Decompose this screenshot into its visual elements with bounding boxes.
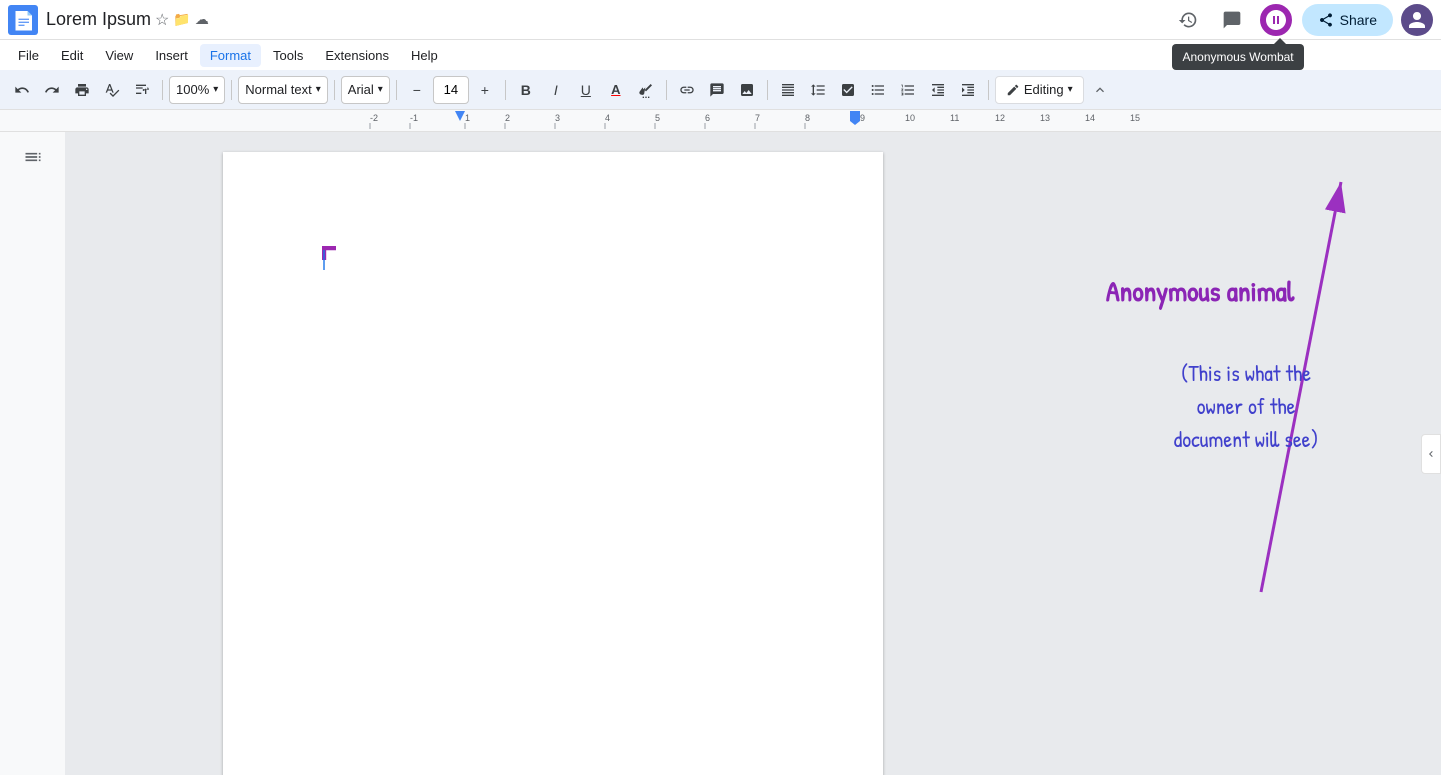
editing-mode-label: Editing [1024, 82, 1064, 97]
right-controls: Anonymous Wombat Share [1170, 2, 1433, 38]
text-cursor [323, 250, 325, 270]
align-button[interactable] [774, 76, 802, 104]
svg-text:14: 14 [1085, 113, 1095, 123]
paint-format-button[interactable] [128, 76, 156, 104]
undo-button[interactable] [8, 76, 36, 104]
divider-3 [334, 80, 335, 100]
svg-text:11: 11 [950, 113, 959, 123]
font-value: Arial [348, 82, 374, 97]
user-avatar[interactable] [1401, 4, 1433, 36]
annotation-area: Anonymous animal (This is what theowner … [1041, 132, 1441, 775]
doc-title-group: Lorem Ipsum ☆ 📁 ☁ [46, 9, 1170, 30]
menu-help[interactable]: Help [401, 44, 448, 67]
highlight-button[interactable] [632, 76, 660, 104]
zoom-value: 100% [176, 82, 209, 97]
menu-format[interactable]: Format [200, 44, 261, 67]
menu-insert[interactable]: Insert [145, 44, 198, 67]
line-spacing-button[interactable] [804, 76, 832, 104]
italic-button[interactable]: I [542, 76, 570, 104]
svg-text:10: 10 [905, 113, 915, 123]
increase-font-button[interactable]: + [471, 76, 499, 104]
redo-button[interactable] [38, 76, 66, 104]
svg-text:8: 8 [805, 113, 810, 123]
checklist-button[interactable] [834, 76, 862, 104]
svg-text:12: 12 [995, 113, 1005, 123]
collab-avatar[interactable] [1258, 2, 1294, 38]
svg-text:13: 13 [1040, 113, 1050, 123]
text-color-button[interactable]: A [602, 76, 630, 104]
doc-title[interactable]: Lorem Ipsum [46, 9, 151, 30]
ruler: -2 -1 1 2 3 4 5 6 7 8 9 10 11 [0, 110, 1441, 132]
divider-6 [666, 80, 667, 100]
link-button[interactable] [673, 76, 701, 104]
increase-indent-button[interactable] [954, 76, 982, 104]
cloud-icon[interactable]: ☁ [195, 11, 209, 28]
svg-text:6: 6 [705, 113, 710, 123]
svg-text:5: 5 [655, 113, 660, 123]
style-dropdown-icon: ▾ [316, 84, 321, 95]
annotation-anonymous-animal: Anonymous animal [1106, 272, 1294, 310]
svg-text:3: 3 [555, 113, 560, 123]
divider-2 [231, 80, 232, 100]
divider-1 [162, 80, 163, 100]
svg-text:-1: -1 [410, 113, 418, 123]
font-dropdown-icon: ▾ [378, 84, 383, 95]
decrease-font-button[interactable]: − [403, 76, 431, 104]
menu-tools[interactable]: Tools [263, 44, 313, 67]
svg-text:-2: -2 [370, 113, 378, 123]
main-area: Anonymous animal (This is what theowner … [0, 132, 1441, 775]
doc-scroll[interactable] [65, 132, 1041, 775]
left-margin [0, 132, 65, 775]
editing-mode-dropdown-icon: ▾ [1068, 84, 1073, 95]
svg-text:7: 7 [755, 113, 760, 123]
ruler-content: -2 -1 1 2 3 4 5 6 7 8 9 10 11 [370, 110, 1070, 131]
menu-edit[interactable]: Edit [51, 44, 93, 67]
spellcheck-button[interactable] [98, 76, 126, 104]
bold-button[interactable]: B [512, 76, 540, 104]
menu-file[interactable]: File [8, 44, 49, 67]
divider-7 [767, 80, 768, 100]
bullet-list-button[interactable] [864, 76, 892, 104]
share-button[interactable]: Share [1302, 4, 1393, 36]
docs-icon [8, 5, 38, 35]
svg-text:4: 4 [605, 113, 610, 123]
editing-mode-button[interactable]: Editing ▾ [995, 76, 1084, 104]
history-button[interactable] [1170, 2, 1206, 38]
numbered-list-button[interactable] [894, 76, 922, 104]
expand-button[interactable] [1086, 76, 1114, 104]
zoom-select[interactable]: 100% ▾ [169, 76, 225, 104]
menu-view[interactable]: View [95, 44, 143, 67]
collab-avatar-container: Anonymous Wombat [1258, 2, 1294, 38]
share-label: Share [1340, 12, 1377, 28]
svg-text:15: 15 [1130, 113, 1140, 123]
toolbar: 100% ▾ Normal text ▾ Arial ▾ − 14 + B I … [0, 70, 1441, 110]
divider-4 [396, 80, 397, 100]
insert-image-button[interactable] [733, 76, 761, 104]
decrease-indent-button[interactable] [924, 76, 952, 104]
chat-button[interactable] [1214, 2, 1250, 38]
folder-icon[interactable]: 📁 [173, 11, 190, 28]
title-bar: Lorem Ipsum ☆ 📁 ☁ Anonymous Wombat Share [0, 0, 1441, 40]
style-value: Normal text [245, 82, 311, 97]
anonymous-wombat-tooltip: Anonymous Wombat [1172, 44, 1303, 70]
svg-text:2: 2 [505, 113, 510, 123]
print-button[interactable] [68, 76, 96, 104]
font-size-input[interactable]: 14 [433, 76, 469, 104]
underline-button[interactable]: U [572, 76, 600, 104]
star-icon[interactable]: ☆ [155, 10, 169, 30]
collapse-panel-button[interactable] [1421, 434, 1441, 474]
menu-extensions[interactable]: Extensions [315, 44, 399, 67]
svg-text:9: 9 [860, 113, 865, 123]
font-select[interactable]: Arial ▾ [341, 76, 390, 104]
add-comment-button[interactable] [703, 76, 731, 104]
svg-text:1: 1 [465, 113, 470, 123]
divider-8 [988, 80, 989, 100]
outline-icon[interactable] [23, 147, 43, 172]
zoom-dropdown-icon: ▾ [213, 84, 218, 95]
annotation-explanation: (This is what theowner of thedocument wi… [1091, 357, 1401, 456]
divider-5 [505, 80, 506, 100]
style-select[interactable]: Normal text ▾ [238, 76, 328, 104]
doc-page[interactable] [223, 152, 883, 775]
